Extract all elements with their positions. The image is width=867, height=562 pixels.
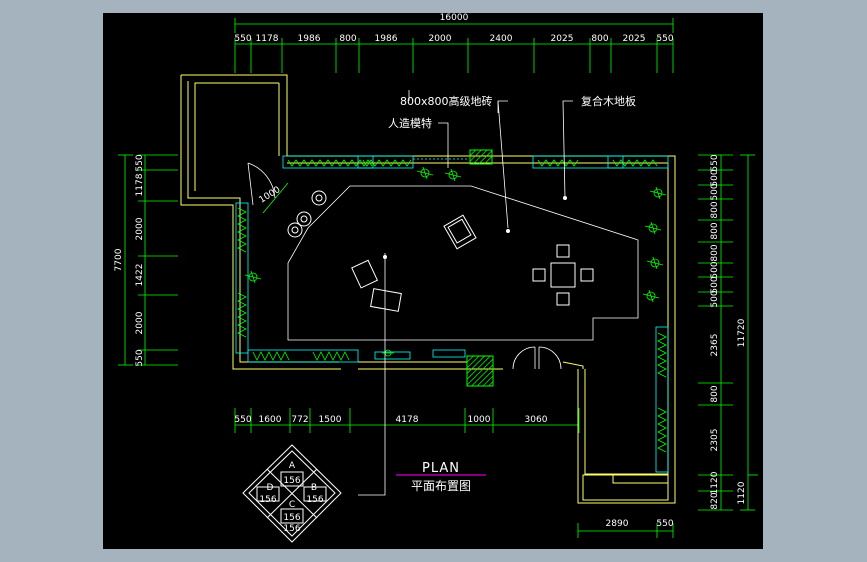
tile-sample-top	[469, 149, 493, 165]
top-dim-6: 2000	[429, 34, 452, 44]
counter-right	[432, 349, 466, 358]
right-dim-5: 800	[710, 222, 720, 239]
walls	[180, 74, 676, 504]
bottom-dim-2: 1600	[259, 415, 282, 425]
top-dim-8: 2025	[551, 34, 574, 44]
drawing-canvas: 16000 550 1178 1986 800 1986 2000 2400 2…	[103, 13, 763, 549]
legend-v1: 156	[283, 476, 300, 486]
legend-v4: 156	[283, 513, 300, 523]
bottom-dim-1: 550	[234, 415, 251, 425]
top-dimensions	[234, 18, 674, 73]
top-dim-9: 800	[591, 34, 608, 44]
legend-b: B	[311, 483, 317, 493]
left-dim-1: 550	[135, 154, 145, 171]
shelf-merchandise	[237, 159, 667, 453]
top-dim-11: 550	[656, 34, 673, 44]
door-dim: 1000	[258, 185, 283, 206]
bottom-dim-5: 4178	[396, 415, 419, 425]
left-overall-dim: 7700	[114, 248, 124, 271]
bottom-dim-7: 3060	[525, 415, 548, 425]
right-dim-4: 800	[710, 201, 720, 218]
top-dim-5: 1986	[375, 34, 398, 44]
mannequins	[244, 166, 667, 357]
top-dim-10: 2025	[623, 34, 646, 44]
right-dim-10: 2365	[710, 334, 720, 357]
lower-right-counter	[582, 474, 669, 501]
top-dim-1: 550	[234, 34, 251, 44]
bottom-dim-4: 1500	[319, 415, 342, 425]
top-dim-4: 800	[339, 34, 356, 44]
label-wood-floor: 复合木地板	[581, 94, 636, 108]
top-overall-dim: 16000	[440, 13, 469, 23]
right-outer-bottom-dim: 1120	[737, 481, 747, 504]
right-dim-13: 1120	[710, 471, 720, 494]
left-dim-5: 2000	[135, 311, 145, 334]
lower-right-dim-1: 2890	[606, 519, 629, 529]
right-dimensions	[698, 154, 758, 511]
plan-subtitle: 平面布置图	[411, 479, 471, 493]
left-dimensions	[118, 154, 178, 366]
right-dim-3: 500	[710, 183, 720, 200]
right-dim-14: 820	[710, 492, 720, 509]
lower-right-dim-2: 550	[656, 519, 673, 529]
floor-plan: 16000 550 1178 1986 800 1986 2000 2400 2…	[114, 13, 758, 543]
right-dim-11: 800	[710, 385, 720, 402]
right-overall-dim: 11720	[737, 318, 747, 347]
legend-a: A	[289, 461, 296, 471]
bottom-dim-3: 772	[291, 415, 308, 425]
left-dim-6: 550	[135, 349, 145, 366]
right-dim-12: 2305	[710, 429, 720, 452]
right-dim-1: 550	[710, 154, 720, 171]
legend-v5: 156	[283, 524, 300, 534]
left-dim-2: 1178	[135, 173, 145, 196]
top-dim-2: 1178	[256, 34, 279, 44]
right-dim-9: 500	[710, 290, 720, 307]
legend-c: C	[289, 500, 295, 510]
right-dim-6: 800	[710, 244, 720, 261]
left-dim-3: 2000	[135, 217, 145, 240]
top-dim-3: 1986	[298, 34, 321, 44]
tile-sample-bottom	[466, 355, 494, 387]
label-mannequin: 人造模特	[388, 116, 432, 130]
left-dim-4: 1422	[135, 264, 145, 287]
floor-zone-boundary	[287, 185, 639, 341]
right-dim-7: 500	[710, 261, 720, 278]
legend-v2: 156	[259, 495, 276, 505]
legend-d: D	[267, 483, 274, 493]
leader-lines	[358, 90, 573, 496]
doors	[247, 162, 562, 370]
label-floor-tile: 800x800高级地砖	[400, 94, 493, 108]
plan-title: PLAN	[422, 461, 460, 476]
top-dim-7: 2400	[490, 34, 513, 44]
furniture	[287, 190, 594, 312]
legend-v3: 156	[306, 495, 323, 505]
bottom-dim-6: 1000	[468, 415, 491, 425]
